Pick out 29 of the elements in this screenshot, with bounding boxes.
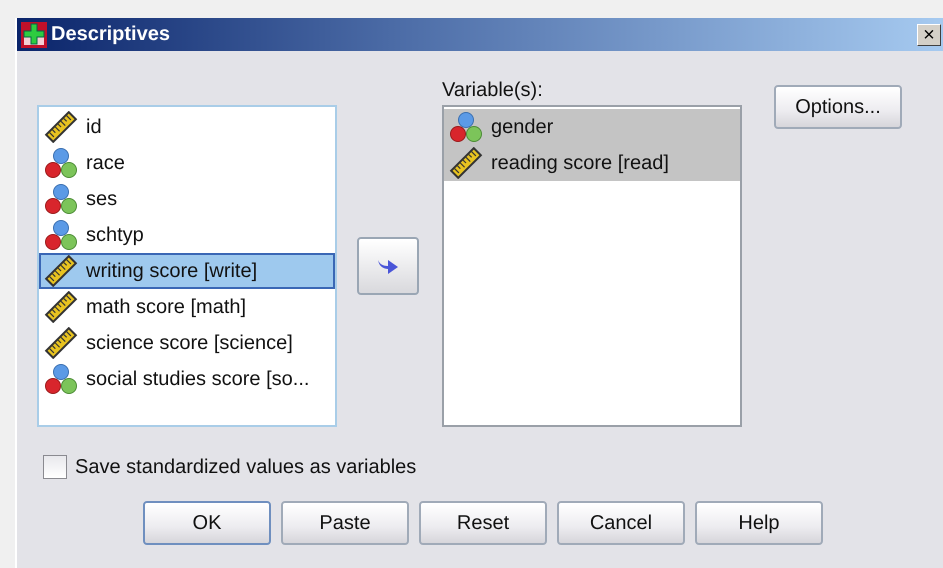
variable-list-item[interactable]: math score [math] <box>39 289 335 325</box>
close-button[interactable]: × <box>917 24 941 46</box>
move-arrow-button[interactable] <box>356 237 418 295</box>
three-circles-icon <box>44 219 78 251</box>
variable-list-item[interactable]: gender <box>444 109 740 145</box>
dialog-button[interactable]: Help <box>695 501 823 545</box>
variable-list-item[interactable]: reading score [read] <box>444 145 740 181</box>
variable-list-item[interactable]: ses <box>39 181 335 217</box>
variable-list-item[interactable]: schtyp <box>39 217 335 253</box>
three-circles-icon <box>44 147 78 179</box>
dialog-button[interactable]: OK <box>143 501 271 545</box>
checkbox-label: Save standardized values as variables <box>75 456 416 478</box>
three-circles-icon <box>449 111 483 143</box>
variables-label: Variable(s): <box>442 79 544 103</box>
options-button[interactable]: Options... <box>774 85 902 129</box>
dialog-button[interactable]: Cancel <box>557 501 685 545</box>
three-circles-icon <box>44 363 78 395</box>
ruler-icon <box>44 255 78 287</box>
variable-list-item[interactable]: race <box>39 145 335 181</box>
app-icon <box>21 22 47 48</box>
variable-list-item[interactable]: social studies score [so... <box>39 361 335 397</box>
variable-list-item[interactable]: id <box>39 109 335 145</box>
window-title: Descriptives <box>51 23 171 46</box>
dialog-button[interactable]: Reset <box>419 501 547 545</box>
dialog-button[interactable]: Paste <box>281 501 409 545</box>
checkbox[interactable] <box>43 455 67 479</box>
variable-list-item[interactable]: science score [science] <box>39 325 335 361</box>
variable-list-item[interactable]: writing score [write] <box>39 253 335 289</box>
three-circles-icon <box>44 183 78 215</box>
